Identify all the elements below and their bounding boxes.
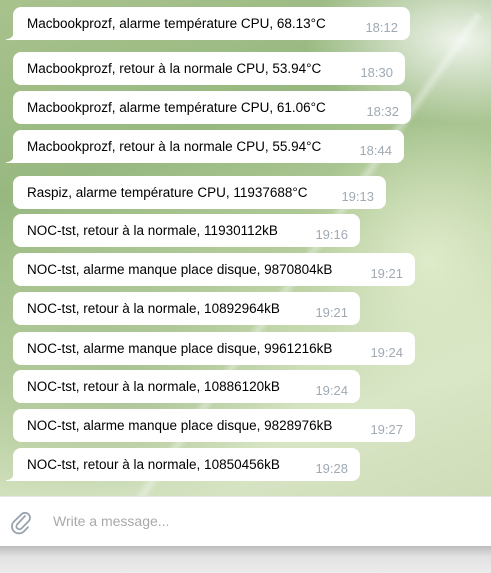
message-bubble[interactable]: NOC-tst, alarme manque place disque, 982…: [13, 409, 415, 442]
message-text: NOC-tst, retour à la normale, 11930112kB: [27, 223, 278, 238]
message-time: 19:16: [315, 227, 348, 242]
message-time: 19:13: [341, 189, 374, 204]
message-text: NOC-tst, alarme manque place disque, 982…: [27, 418, 333, 433]
message-bubble[interactable]: NOC-tst, retour à la normale, 10892964kB…: [13, 292, 360, 325]
message-time: 19:24: [315, 383, 348, 398]
message-bubble[interactable]: NOC-tst, retour à la normale, 11930112kB…: [13, 214, 360, 247]
message-time: 19:27: [370, 422, 403, 437]
message-time: 18:44: [359, 143, 392, 158]
message-bubble[interactable]: Macbookprozf, retour à la normale CPU, 5…: [6, 130, 404, 163]
message-bubble[interactable]: NOC-tst, alarme manque place disque, 996…: [13, 332, 415, 365]
message-text: NOC-tst, retour à la normale, 10850456kB: [27, 457, 280, 472]
message-composer: [0, 496, 491, 546]
message-text: NOC-tst, alarme manque place disque, 996…: [27, 341, 333, 356]
message-bubble[interactable]: NOC-tst, alarme manque place disque, 987…: [13, 253, 415, 286]
window-bottom-edge: [0, 546, 491, 573]
message-time: 19:24: [370, 345, 403, 360]
message-bubble[interactable]: Macbookprozf, retour à la normale CPU, 5…: [13, 52, 405, 85]
message-text: Macbookprozf, retour à la normale CPU, 5…: [27, 61, 322, 76]
message-text: NOC-tst, alarme manque place disque, 987…: [27, 262, 333, 277]
message-text: Raspiz, alarme température CPU, 11937688…: [27, 185, 308, 200]
message-bubble[interactable]: Raspiz, alarme température CPU, 11937688…: [13, 176, 386, 209]
message-input[interactable]: [53, 509, 473, 533]
message-text: Macbookprozf, alarme température CPU, 68…: [27, 16, 326, 31]
message-bubble[interactable]: NOC-tst, retour à la normale, 10886120kB…: [13, 370, 360, 403]
message-time: 19:21: [370, 266, 403, 281]
message-text: Macbookprozf, retour à la normale CPU, 5…: [27, 139, 322, 154]
message-bubble[interactable]: Macbookprozf, alarme température CPU, 61…: [13, 91, 411, 124]
message-bubble[interactable]: NOC-tst, retour à la normale, 10850456kB…: [6, 448, 360, 481]
message-time: 18:32: [366, 104, 399, 119]
paperclip-icon[interactable]: [8, 509, 34, 535]
message-text: Macbookprozf, alarme température CPU, 61…: [27, 100, 326, 115]
message-time: 19:28: [315, 461, 348, 476]
message-time: 18:30: [360, 65, 393, 80]
message-bubble[interactable]: Macbookprozf, alarme température CPU, 68…: [6, 7, 410, 40]
chat-background: Macbookprozf, alarme température CPU, 68…: [0, 0, 491, 496]
message-text: NOC-tst, retour à la normale, 10892964kB: [27, 301, 280, 316]
message-time: 18:12: [365, 20, 398, 35]
message-time: 19:21: [315, 305, 348, 320]
message-text: NOC-tst, retour à la normale, 10886120kB: [27, 379, 280, 394]
